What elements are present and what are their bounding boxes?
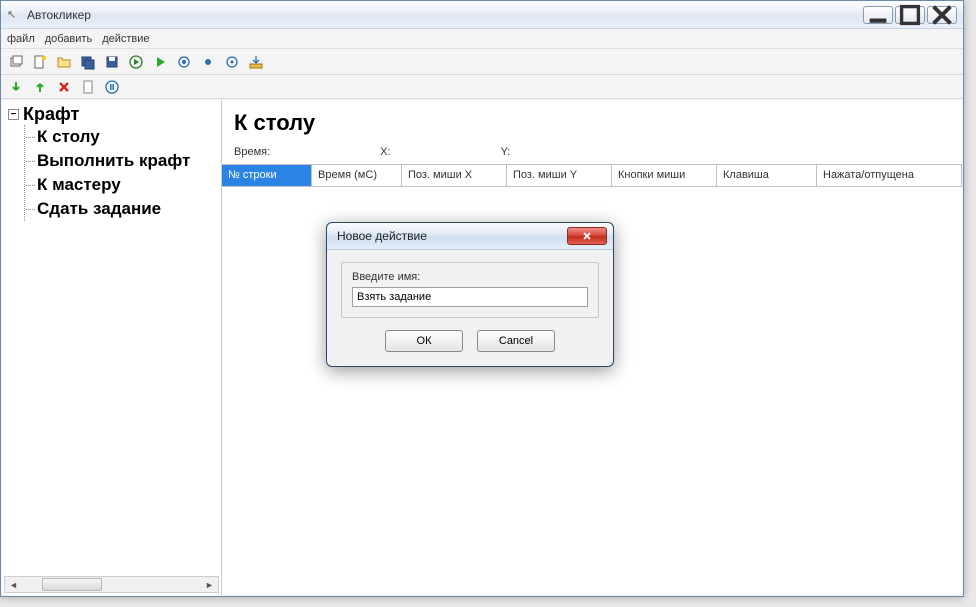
- window-controls: [863, 6, 957, 24]
- info-row: Время: X: Y:: [222, 142, 962, 165]
- tree-panel: − Крафт К столу Выполнить крафт К мастер…: [2, 100, 222, 595]
- tree-item-vypolnit-kraft[interactable]: Выполнить крафт: [37, 149, 215, 173]
- th-time-ms[interactable]: Время (мС): [312, 165, 402, 186]
- dialog-name-input[interactable]: [352, 287, 588, 307]
- dialog-buttons: ОК Cancel: [341, 330, 599, 352]
- app-icon: ↖: [7, 8, 21, 22]
- scroll-right-icon[interactable]: ►: [201, 577, 218, 592]
- tree-hscrollbar[interactable]: ◄ ►: [4, 576, 219, 593]
- pause-icon[interactable]: [103, 78, 121, 96]
- arrow-down-icon[interactable]: [7, 78, 25, 96]
- tree-item-k-masteru[interactable]: К мастеру: [37, 173, 215, 197]
- table-header: № строки Время (мС) Поз. миши X Поз. миш…: [222, 165, 962, 187]
- new-file-icon[interactable]: [31, 53, 49, 71]
- window-title: Автокликер: [27, 8, 863, 22]
- tree-children: К столу Выполнить крафт К мастеру Сдать …: [24, 125, 215, 221]
- dialog-close-button[interactable]: [567, 227, 607, 245]
- stop-record-icon[interactable]: [199, 53, 217, 71]
- dialog-title: Новое действие: [337, 229, 567, 243]
- arrow-up-icon[interactable]: [31, 78, 49, 96]
- new-window-icon[interactable]: [7, 53, 25, 71]
- menu-file[interactable]: файл: [7, 33, 35, 45]
- maximize-button[interactable]: [895, 6, 925, 24]
- th-mouse-buttons[interactable]: Кнопки миши: [612, 165, 717, 186]
- close-button[interactable]: [927, 6, 957, 24]
- open-folder-icon[interactable]: [55, 53, 73, 71]
- record-icon[interactable]: [175, 53, 193, 71]
- play-circle-icon[interactable]: [127, 53, 145, 71]
- dialog-field-group: Введите имя:: [341, 262, 599, 318]
- dialog-body: Введите имя: ОК Cancel: [327, 250, 613, 366]
- info-time-label: Время:: [234, 146, 270, 158]
- tree-root[interactable]: − Крафт: [8, 104, 215, 125]
- toolbar-primary: [1, 49, 963, 75]
- dialog-titlebar[interactable]: Новое действие: [327, 223, 613, 250]
- close-icon: [581, 231, 593, 241]
- ok-button[interactable]: ОК: [385, 330, 463, 352]
- delete-icon[interactable]: [55, 78, 73, 96]
- th-pressed-released[interactable]: Нажата/отпущена: [817, 165, 962, 186]
- minimize-button[interactable]: [863, 6, 893, 24]
- tree-expander-icon[interactable]: −: [8, 109, 19, 120]
- new-action-dialog: Новое действие Введите имя: ОК Cancel: [326, 222, 614, 367]
- tree-item-sdat-zadanie[interactable]: Сдать задание: [37, 197, 215, 221]
- new-page-icon[interactable]: [79, 78, 97, 96]
- th-mouse-y[interactable]: Поз. миши Y: [507, 165, 612, 186]
- cancel-button[interactable]: Cancel: [477, 330, 555, 352]
- scroll-left-icon[interactable]: ◄: [5, 577, 22, 592]
- menubar: файл добавить действие: [1, 29, 963, 49]
- titlebar: ↖ Автокликер: [1, 1, 963, 29]
- import-icon[interactable]: [247, 53, 265, 71]
- section-title: К столу: [222, 100, 962, 142]
- maximize-icon: [896, 1, 924, 29]
- target-icon[interactable]: [223, 53, 241, 71]
- toolbar-secondary: [1, 75, 963, 99]
- save-icon[interactable]: [103, 53, 121, 71]
- minimize-icon: [864, 1, 892, 29]
- th-key[interactable]: Клавиша: [717, 165, 817, 186]
- th-mouse-x[interactable]: Поз. миши X: [402, 165, 507, 186]
- save-all-icon[interactable]: [79, 53, 97, 71]
- info-y-label: Y:: [501, 146, 511, 158]
- play-icon[interactable]: [151, 53, 169, 71]
- th-row-number[interactable]: № строки: [222, 165, 312, 186]
- tree-root-label: Крафт: [23, 104, 79, 125]
- menu-action[interactable]: действие: [102, 33, 149, 45]
- close-icon: [928, 1, 956, 29]
- info-x-label: X:: [380, 146, 390, 158]
- dialog-field-label: Введите имя:: [352, 271, 588, 283]
- scroll-thumb[interactable]: [42, 578, 102, 591]
- tree-item-k-stolu[interactable]: К столу: [37, 125, 215, 149]
- menu-add[interactable]: добавить: [45, 33, 92, 45]
